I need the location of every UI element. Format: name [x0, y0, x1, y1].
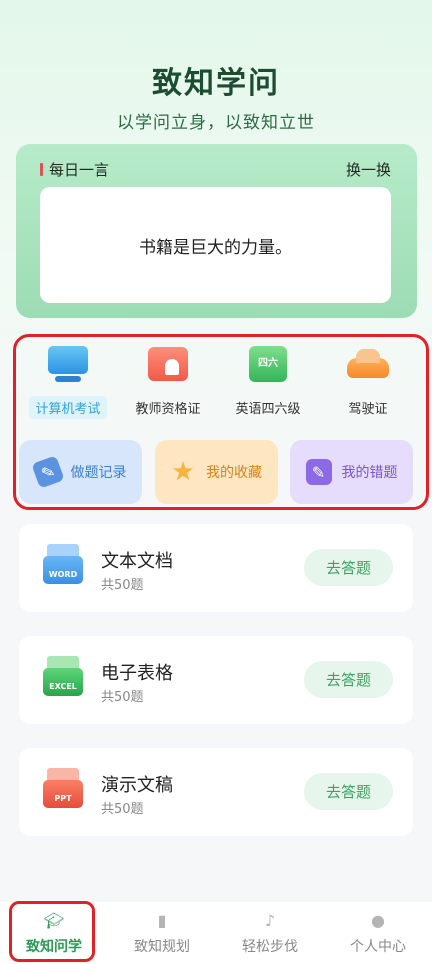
- start-answer-button[interactable]: 去答题: [304, 773, 393, 810]
- quick-action-label: 我的收藏: [206, 465, 262, 481]
- quick-action-label: 我的错题: [341, 465, 398, 481]
- subject-title: 电子表格: [101, 663, 173, 684]
- refresh-quote-button[interactable]: 换一换: [346, 159, 391, 180]
- daily-quote-label: 每日一言: [40, 159, 109, 180]
- practice-record-button[interactable]: ✎ 做题记录: [19, 440, 142, 504]
- subject-count: 共50题: [101, 802, 144, 817]
- computer-icon: [45, 344, 91, 386]
- category-label: 计算机考试: [29, 396, 107, 419]
- subject-card-word[interactable]: WORD 文本文档 共50题 去答题: [19, 524, 413, 612]
- app-header: 致知学问 以学问立身，以致知立世: [0, 58, 432, 133]
- subject-title: 文本文档: [101, 551, 173, 572]
- subject-card-excel[interactable]: EXCEL 电子表格 共50题 去答题: [19, 636, 413, 724]
- quick-actions: ✎ 做题记录 ★ 我的收藏 ✎ 我的错题: [19, 440, 413, 504]
- my-mistakes-button[interactable]: ✎ 我的错题: [290, 440, 413, 504]
- note-edit-icon: ✎: [305, 459, 332, 485]
- music-note-icon: ♪: [264, 910, 276, 930]
- app-subtitle: 以学问立身，以致知立世: [117, 113, 315, 133]
- my-favorites-button[interactable]: ★ 我的收藏: [154, 440, 278, 504]
- book-icon: ▮: [157, 910, 167, 930]
- daily-quote-header: 每日一言 换一换: [40, 158, 391, 180]
- subject-count: 共50题: [101, 690, 144, 705]
- category-computer-exam[interactable]: 计算机考试: [20, 344, 116, 426]
- car-icon: [345, 344, 391, 386]
- user-chat-icon: ●: [371, 910, 385, 930]
- teacher-certificate-icon: [145, 344, 191, 386]
- app-title: 致知学问: [152, 66, 280, 101]
- daily-quote-text: 书籍是巨大的力量。: [40, 187, 391, 303]
- tab-highlight-outline: [9, 901, 95, 962]
- category-label: 英语四六级: [235, 402, 301, 417]
- daily-quote-card: 每日一言 换一换 书籍是巨大的力量。: [16, 144, 417, 318]
- category-row: 计算机考试 教师资格证 四六 英语四六级 驾驶证: [20, 344, 416, 426]
- tab-label: 轻松步伐: [242, 939, 298, 955]
- excel-spreadsheet-icon: EXCEL: [43, 656, 83, 698]
- start-answer-button[interactable]: 去答题: [304, 549, 393, 586]
- cet-book-icon: 四六: [245, 344, 291, 386]
- category-teacher-certificate[interactable]: 教师资格证: [120, 344, 216, 426]
- word-document-icon: WORD: [43, 544, 83, 586]
- start-answer-button[interactable]: 去答题: [304, 661, 393, 698]
- subject-title: 演示文稿: [101, 775, 173, 796]
- tab-label: 致知规划: [134, 939, 190, 955]
- tab-plan[interactable]: ▮ 致知规划: [108, 902, 216, 964]
- category-label: 教师资格证: [135, 402, 201, 417]
- quick-action-label: 做题记录: [70, 465, 127, 481]
- tab-label: 个人中心: [350, 939, 406, 955]
- pencil-icon: ✎: [30, 455, 65, 489]
- tab-steps[interactable]: ♪ 轻松步伐: [216, 902, 324, 964]
- cet-icon-text: 四六: [258, 357, 278, 369]
- category-label: 驾驶证: [348, 402, 388, 417]
- subject-count: 共50题: [101, 578, 144, 593]
- tab-profile[interactable]: ● 个人中心: [324, 902, 432, 964]
- ppt-presentation-icon: PPT: [43, 768, 83, 810]
- category-cet[interactable]: 四六 英语四六级: [220, 344, 316, 426]
- category-driving-license[interactable]: 驾驶证: [320, 344, 416, 426]
- star-icon: ★: [171, 457, 195, 487]
- subject-card-ppt[interactable]: PPT 演示文稿 共50题 去答题: [19, 748, 413, 836]
